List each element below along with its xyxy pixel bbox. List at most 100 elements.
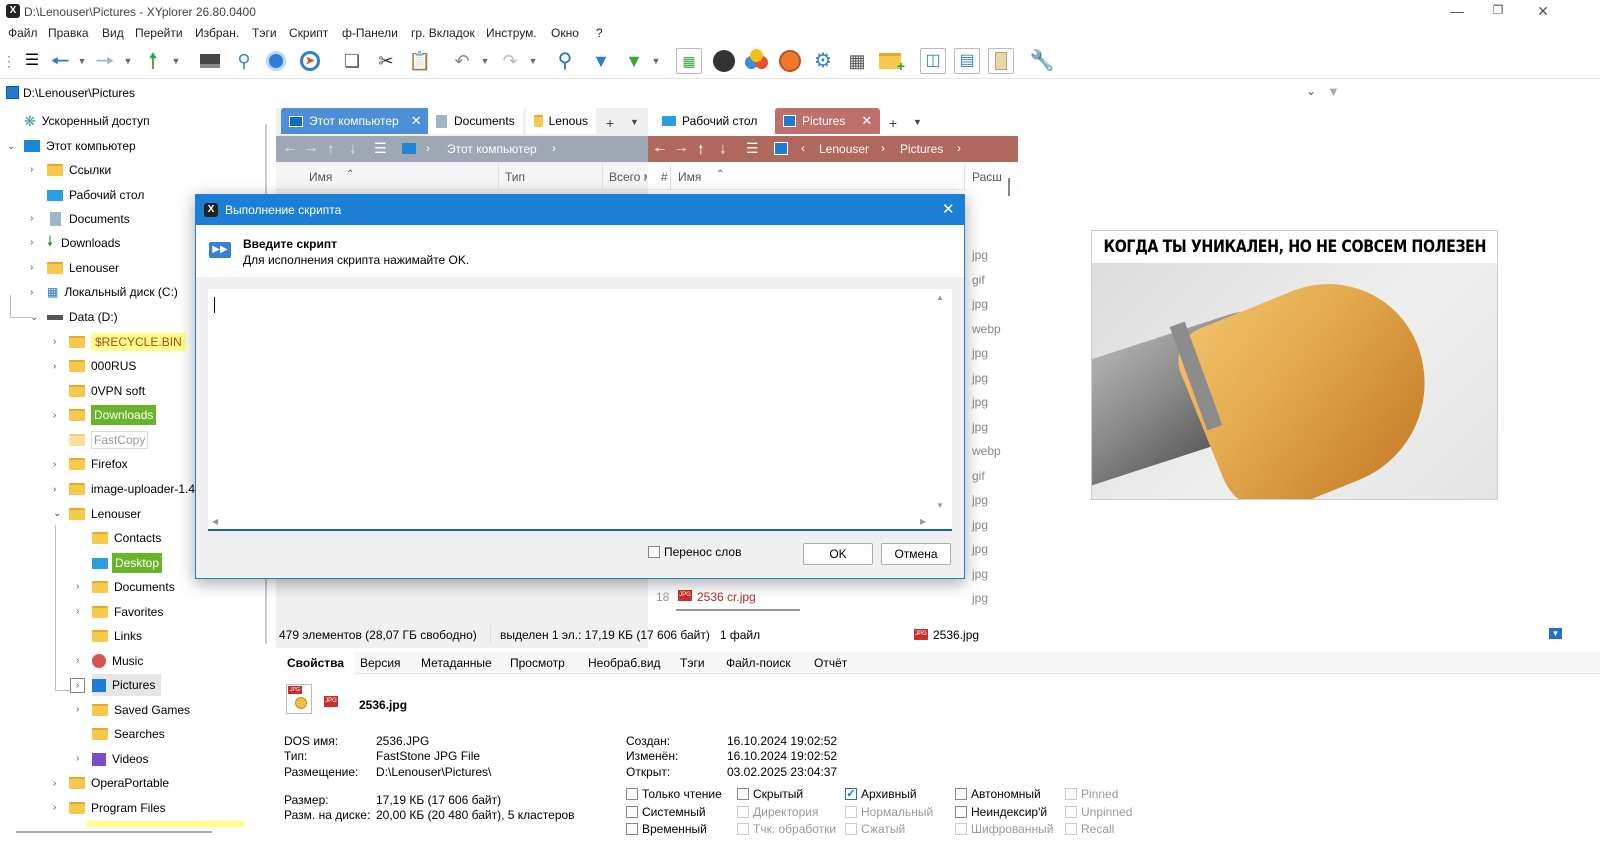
nav-back-icon[interactable]: 🠔: [284, 141, 295, 163]
new-folder-icon[interactable]: +: [878, 49, 905, 73]
settings-badge-icon[interactable]: ⚙: [811, 49, 835, 73]
expand-icon[interactable]: ›: [53, 459, 56, 470]
breadcrumb-lenouser[interactable]: Lenouser: [819, 142, 869, 156]
tree-item-favorites[interactable]: Favorites: [92, 601, 163, 623]
calculator-icon[interactable]: ▦: [845, 49, 869, 73]
tree-item-music[interactable]: Music: [92, 650, 143, 672]
column-resize-handle[interactable]: [1008, 178, 1010, 196]
undo-icon[interactable]: ↶: [450, 49, 474, 73]
copy-icon[interactable]: ❏: [340, 49, 364, 73]
column-type[interactable]: Тип: [505, 170, 525, 184]
scroll-up-icon[interactable]: ▲: [936, 293, 944, 302]
tree-item-recycle-bin[interactable]: $RECYCLE.BIN: [69, 331, 186, 353]
pane-h-scrollbar[interactable]: [676, 609, 800, 611]
menu-help[interactable]: ?: [596, 26, 603, 40]
expand-icon[interactable]: ›: [30, 237, 33, 248]
nav-forward-icon[interactable]: 🠖: [676, 141, 687, 163]
menu-icon[interactable]: ☰: [746, 140, 759, 157]
menu-script[interactable]: Скрипт: [289, 26, 328, 40]
breadcrumb-sep-icon[interactable]: ›: [426, 141, 430, 155]
restore-icon[interactable]: ❐: [1488, 3, 1508, 17]
scroll-down-icon[interactable]: ▼: [936, 501, 944, 510]
tab-report[interactable]: Отчёт: [814, 656, 847, 670]
expand-icon[interactable]: ›: [76, 753, 79, 764]
menu-go[interactable]: Перейти: [135, 26, 183, 40]
filter-icon[interactable]: ▼: [589, 49, 613, 73]
redo-dropdown-icon[interactable]: ▼: [529, 49, 538, 73]
tab-close-icon[interactable]: ✕: [861, 113, 872, 129]
menu-favorites[interactable]: Избран.: [195, 26, 239, 40]
file-row[interactable]: 18 JPG 2536 cr.jpg: [648, 586, 966, 606]
tree-item-downloads[interactable]: 🠗 Downloads: [47, 232, 120, 254]
back-dropdown-icon[interactable]: ▼: [78, 49, 87, 73]
column-divider[interactable]: [602, 164, 603, 190]
back-icon[interactable]: 🠔: [48, 49, 72, 73]
breadcrumb-sep-icon[interactable]: ›: [552, 141, 556, 155]
address-dropdown-icon[interactable]: ⌄: [1306, 84, 1316, 98]
forward-dropdown-icon[interactable]: ▼: [124, 49, 133, 73]
menu-tags[interactable]: Тэги: [252, 26, 277, 40]
expand-icon[interactable]: ›: [53, 336, 56, 347]
search-icon[interactable]: ⚲: [553, 49, 577, 73]
visual-filter-icon[interactable]: ▼: [622, 49, 646, 73]
tab-raw-view[interactable]: Необраб.вид: [588, 656, 661, 670]
minimize-icon[interactable]: —: [1447, 3, 1467, 19]
up-icon[interactable]: 🠕: [141, 49, 165, 73]
tree-item-links[interactable]: Ссылки: [47, 159, 111, 181]
tab-list-dropdown-icon[interactable]: ▼: [630, 117, 639, 127]
tab-version[interactable]: Версия: [360, 656, 401, 670]
readonly-checkbox[interactable]: [626, 788, 638, 800]
ok-button[interactable]: OK: [803, 543, 873, 565]
expand-icon[interactable]: ›: [76, 606, 79, 617]
tree-item-drive-c[interactable]: ▦ Локальный диск (C:): [47, 281, 178, 303]
column-name[interactable]: Имя: [309, 170, 332, 184]
nav-down-icon[interactable]: 🠗: [350, 141, 356, 163]
menu-icon[interactable]: ☰: [374, 140, 387, 157]
cut-icon[interactable]: ✂: [374, 49, 398, 73]
address-path[interactable]: D:\Lenouser\Pictures: [23, 86, 135, 100]
tab-documents[interactable]: Documents: [428, 108, 523, 134]
scroll-right-icon[interactable]: ▶: [920, 517, 926, 526]
nav-down-icon[interactable]: 🠗: [720, 141, 726, 163]
tab-properties[interactable]: Свойства: [276, 652, 356, 674]
tree-item-drive-d[interactable]: Data (D:): [47, 306, 118, 328]
tools-icon[interactable]: 🔧: [1030, 49, 1055, 73]
menu-file[interactable]: Файл: [8, 26, 38, 40]
expand-icon[interactable]: ›: [53, 361, 56, 372]
menu-panels[interactable]: ф-Панели: [342, 26, 398, 40]
expand-icon[interactable]: ›: [76, 655, 79, 666]
column-number[interactable]: #: [661, 170, 668, 184]
dark-mode-icon[interactable]: [712, 49, 736, 73]
word-wrap-checkbox[interactable]: [648, 546, 660, 558]
system-checkbox[interactable]: [626, 806, 638, 818]
new-tab-icon[interactable]: +: [606, 115, 614, 131]
nav-up-icon[interactable]: 🠕: [328, 141, 334, 163]
info-panel-toggle-icon[interactable]: ▼: [1549, 628, 1562, 639]
nav-up-icon[interactable]: 🠕: [698, 141, 704, 163]
breadcrumb-sep-icon[interactable]: ›: [881, 141, 885, 155]
tree-item-this-pc[interactable]: Этот компьютер: [24, 135, 136, 157]
column-name[interactable]: Имя: [678, 170, 701, 184]
up-dropdown-icon[interactable]: ▼: [172, 49, 181, 73]
expand-icon[interactable]: ›: [30, 164, 33, 175]
tree-item-fastcopy[interactable]: FastCopy: [69, 429, 149, 451]
menu-tab-groups[interactable]: гр. Вкладок: [411, 26, 475, 40]
menu-tools[interactable]: Инструм.: [486, 26, 537, 40]
expand-box-icon[interactable]: ›: [70, 678, 85, 693]
expand-icon[interactable]: ›: [76, 581, 79, 592]
cancel-button[interactable]: Отмена: [881, 543, 951, 565]
redo-icon[interactable]: ↷: [498, 49, 522, 73]
expand-icon[interactable]: ›: [76, 704, 79, 715]
tree-item-opera-portable[interactable]: OperaPortable: [69, 772, 169, 794]
tree-item-videos[interactable]: Videos: [92, 748, 148, 770]
tree-h-scrollbar[interactable]: [16, 831, 212, 833]
archive-checkbox[interactable]: ✓: [845, 788, 857, 800]
expand-icon[interactable]: ›: [53, 410, 56, 421]
tree-item-links-d[interactable]: Links: [92, 625, 142, 647]
preview-pane-icon[interactable]: ▤: [954, 48, 980, 74]
breadcrumb-sep-icon[interactable]: ‹: [801, 141, 805, 155]
computer-icon[interactable]: [198, 49, 222, 73]
script-editor[interactable]: ▲ ▼ ◀ ▶: [208, 289, 952, 531]
tab-lenouser[interactable]: Lenous: [526, 108, 596, 134]
tree-item-documents-d[interactable]: Documents: [92, 576, 175, 598]
